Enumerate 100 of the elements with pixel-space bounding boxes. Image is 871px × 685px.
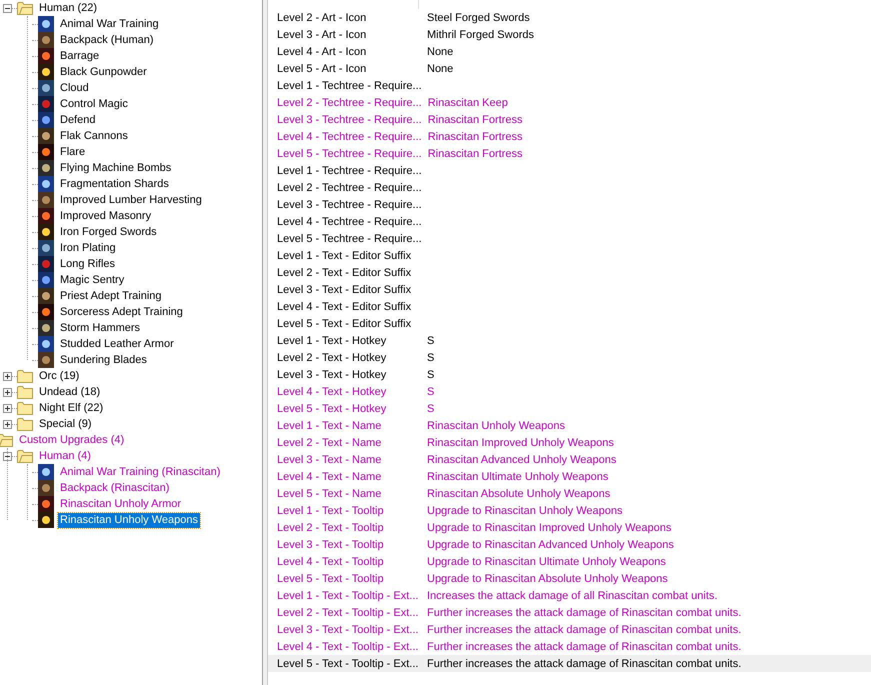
tree-item[interactable]: Orc (19): [37, 368, 82, 384]
field-row[interactable]: Level 4 - Techtree - Require...: [268, 213, 871, 230]
field-row[interactable]: Level 3 - Text - Tooltip Upgrade to Rinascitan Advanced Unholy Weapons: [268, 536, 871, 553]
tree-item[interactable]: Special (9): [37, 416, 94, 432]
tree-item[interactable]: Undead (18): [37, 384, 102, 400]
field-value: None: [427, 62, 454, 74]
field-row[interactable]: Level 4 - Text - Hotkey S: [268, 383, 871, 400]
field-row[interactable]: Level 3 - Text - Editor Suffix: [268, 281, 871, 298]
field-row[interactable]: Level 2 - Text - Tooltip - Ext... Further increases the attack damage of Rinascitan combat units.: [268, 604, 871, 621]
field-row[interactable]: Level 4 - Techtree - Require... Rinascitan Fortress: [268, 128, 871, 145]
field-value: Upgrade to Rinascitan Absolute Unholy Weapons: [427, 572, 668, 584]
tree-item[interactable]: Black Gunpowder: [58, 64, 149, 80]
tree-item[interactable]: Rinascitan Unholy Armor: [58, 496, 184, 512]
tree-item[interactable]: Night Elf (22): [37, 400, 106, 416]
tree-item[interactable]: Backpack (Rinascitan): [58, 480, 172, 496]
tree-item[interactable]: Animal War Training (Rinascitan): [58, 464, 222, 480]
upgrade-icon: [38, 320, 54, 336]
tree-item[interactable]: Sundering Blades: [58, 352, 149, 368]
field-row[interactable]: Level 5 - Art - Icon None: [268, 60, 871, 77]
field-row[interactable]: Level 1 - Text - Tooltip Upgrade to Rinascitan Unholy Weapons: [268, 502, 871, 519]
expand-icon[interactable]: [3, 404, 12, 412]
tree-item[interactable]: Storm Hammers: [58, 320, 142, 336]
field-value: Rinascitan Keep: [428, 96, 508, 108]
field-row[interactable]: Level 2 - Techtree - Require... Rinascitan Keep: [268, 94, 871, 111]
tree-item[interactable]: Flying Machine Bombs: [58, 160, 174, 176]
tree-item[interactable]: Studded Leather Armor: [58, 336, 176, 352]
field-name: Level 4 - Text - Hotkey: [277, 386, 388, 398]
field-name: Level 3 - Techtree - Require...: [277, 198, 422, 210]
tree-item[interactable]: Backpack (Human): [58, 32, 156, 48]
tree-item[interactable]: Flak Cannons: [58, 128, 130, 144]
field-row[interactable]: Level 3 - Techtree - Require...: [268, 196, 871, 213]
upgrade-icon: [38, 256, 54, 272]
field-row[interactable]: Level 1 - Text - Hotkey S: [268, 332, 871, 349]
collapse-icon[interactable]: [3, 4, 12, 12]
field-value: Rinascitan Improved Unholy Weapons: [427, 436, 614, 448]
field-name: Level 2 - Text - Editor Suffix: [277, 266, 412, 278]
field-name: Level 2 - Art - Icon: [277, 12, 368, 24]
field-value: S: [427, 352, 434, 364]
field-row[interactable]: Level 1 - Techtree - Require...: [268, 162, 871, 179]
upgrade-icon: [38, 64, 54, 80]
tree-item[interactable]: Human (22): [37, 0, 100, 16]
tree-item[interactable]: Animal War Training: [58, 16, 161, 32]
collapse-icon[interactable]: [3, 452, 12, 460]
tree-item[interactable]: Priest Adept Training: [58, 288, 164, 304]
tree-item[interactable]: Cloud: [58, 80, 91, 96]
tree-item[interactable]: Defend: [58, 112, 98, 128]
field-name: Level 3 - Text - Editor Suffix: [277, 284, 412, 296]
field-row[interactable]: Level 4 - Text - Tooltip Upgrade to Rinascitan Ultimate Unholy Weapons: [268, 553, 871, 570]
tree-item[interactable]: Iron Forged Swords: [58, 224, 159, 240]
upgrade-icon: [38, 336, 54, 352]
field-row[interactable]: Level 3 - Art - Icon Mithril Forged Swords: [268, 26, 871, 43]
expand-icon[interactable]: [3, 372, 12, 380]
field-row[interactable]: Level 4 - Text - Tooltip - Ext... Further increases the attack damage of Rinascitan combat units.: [268, 638, 871, 655]
field-row[interactable]: Level 1 - Text - Editor Suffix: [268, 247, 871, 264]
field-name: Level 4 - Techtree - Require...: [277, 216, 422, 228]
field-value: Upgrade to Rinascitan Improved Unholy Weapons: [427, 522, 672, 534]
tree-item[interactable]: Custom Upgrades (4): [17, 432, 126, 448]
field-row[interactable]: Level 2 - Art - Icon Steel Forged Swords: [268, 9, 871, 26]
tree-item[interactable]: Iron Plating: [58, 240, 118, 256]
field-row[interactable]: Level 5 - Text - Hotkey S: [268, 400, 871, 417]
field-row[interactable]: Level 2 - Text - Name Rinascitan Improved Unholy Weapons: [268, 434, 871, 451]
tree-item[interactable]: Human (4): [37, 448, 93, 464]
field-row[interactable]: Level 2 - Text - Tooltip Upgrade to Rinascitan Improved Unholy Weapons: [268, 519, 871, 536]
field-row[interactable]: Level 5 - Text - Tooltip Upgrade to Rinascitan Absolute Unholy Weapons: [268, 570, 871, 587]
upgrade-icon: [38, 496, 54, 512]
tree-item[interactable]: Control Magic: [58, 96, 130, 112]
field-row[interactable]: Level 4 - Text - Name Rinascitan Ultimate Unholy Weapons: [268, 468, 871, 485]
field-row[interactable]: Level 1 - Text - Tooltip - Ext... Increases the attack damage of all Rinascitan combat units.: [268, 587, 871, 604]
tree-item[interactable]: Sorceress Adept Training: [58, 304, 185, 320]
field-row[interactable]: Level 5 - Techtree - Require...: [268, 230, 871, 247]
field-row[interactable]: Level 4 - Text - Editor Suffix: [268, 298, 871, 315]
field-row[interactable]: Level 5 - Techtree - Require... Rinascitan Fortress: [268, 145, 871, 162]
field-row[interactable]: Level 2 - Text - Hotkey S: [268, 349, 871, 366]
field-row[interactable]: Level 3 - Techtree - Require... Rinascitan Fortress: [268, 111, 871, 128]
field-row[interactable]: Level 3 - Text - Name Rinascitan Advanced Unholy Weapons: [268, 451, 871, 468]
tree-item[interactable]: Barrage: [58, 48, 102, 64]
expand-icon[interactable]: [3, 388, 12, 396]
field-row[interactable]: Level 2 - Text - Editor Suffix: [268, 264, 871, 281]
tree-item[interactable]: Rinascitan Unholy Weapons: [58, 512, 200, 528]
field-name: Level 2 - Text - Name: [277, 436, 382, 448]
field-row[interactable]: Level 3 - Text - Hotkey S: [268, 366, 871, 383]
field-row[interactable]: Level 4 - Art - Icon None: [268, 43, 871, 60]
tree-item[interactable]: Improved Lumber Harvesting: [58, 192, 204, 208]
field-row[interactable]: Level 1 - Text - Name Rinascitan Unholy Weapons: [268, 417, 871, 434]
tree-item[interactable]: Flare: [58, 144, 88, 160]
expand-icon[interactable]: [3, 420, 12, 428]
field-row[interactable]: Level 5 - Text - Name Rinascitan Absolute Unholy Weapons: [268, 485, 871, 502]
upgrade-icon: [38, 176, 54, 192]
tree-item[interactable]: Long Rifles: [58, 256, 118, 272]
field-name: Level 5 - Text - Tooltip - Ext...: [277, 658, 420, 670]
tree-item[interactable]: Magic Sentry: [58, 272, 126, 288]
field-row[interactable]: Level 3 - Text - Tooltip - Ext... Further increases the attack damage of Rinascitan combat units.: [268, 621, 871, 638]
field-row[interactable]: Level 1 - Techtree - Require...: [268, 77, 871, 94]
tree-item[interactable]: Fragmentation Shards: [58, 176, 171, 192]
field-name: Level 5 - Text - Tooltip: [277, 572, 385, 584]
field-row[interactable]: Level 5 - Text - Tooltip - Ext... Further increases the attack damage of Rinascitan combat units.: [268, 655, 871, 672]
field-row[interactable]: Level 2 - Techtree - Require...: [268, 179, 871, 196]
field-row[interactable]: Level 5 - Text - Editor Suffix: [268, 315, 871, 332]
field-value: Steel Forged Swords: [427, 12, 530, 24]
tree-item[interactable]: Improved Masonry: [58, 208, 154, 224]
